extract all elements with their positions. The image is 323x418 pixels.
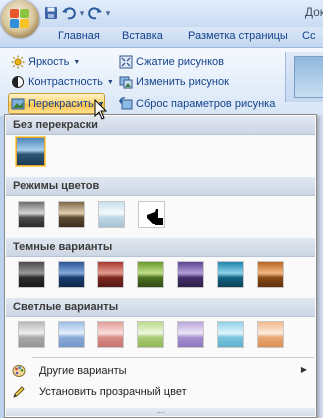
swatch-dark-2[interactable] — [58, 261, 85, 288]
swatch-sepia[interactable] — [58, 201, 85, 228]
recolor-label: Перекрасить — [28, 98, 94, 110]
office-logo-icon — [10, 9, 30, 29]
brightness-label: Яркость — [28, 56, 70, 68]
swatch-light-1[interactable] — [18, 321, 45, 348]
change-picture-button[interactable]: Изменить рисунок — [119, 72, 229, 92]
swatch-black-and-white[interactable] — [138, 201, 165, 228]
tab-insert[interactable]: Вставка — [122, 30, 163, 42]
more-variants-label: Другие варианты — [39, 365, 127, 377]
office-button[interactable] — [1, 0, 39, 38]
set-transparent-label: Установить прозрачный цвет — [39, 386, 187, 398]
swatch-dark-6[interactable] — [217, 261, 244, 288]
menu-item-more-variants[interactable]: Другие варианты ▶ — [6, 361, 315, 381]
compress-pictures-button[interactable]: Сжатие рисунков — [119, 52, 224, 72]
tab-page-layout[interactable]: Разметка страницы — [188, 30, 288, 42]
swatch-washout[interactable] — [98, 201, 125, 228]
change-picture-label: Изменить рисунок — [136, 76, 229, 88]
recolor-button[interactable]: Перекрасить ▼ — [11, 94, 105, 114]
section-title: Без перекраски — [13, 119, 98, 131]
section-title: Темные варианты — [13, 241, 113, 253]
section-header-no-recolor: Без перекраски — [6, 116, 315, 135]
swatch-dark-1[interactable] — [18, 261, 45, 288]
tab-references[interactable]: Сс — [302, 30, 315, 42]
swatch-dark-3[interactable] — [97, 261, 124, 288]
section-header-color-modes: Режимы цветов — [6, 177, 315, 196]
quick-access-toolbar: ▾ ▾ — [43, 3, 111, 23]
change-picture-icon — [119, 75, 133, 89]
title-bar: ▾ ▾ Док — [0, 0, 323, 27]
swatch-light-2[interactable] — [58, 321, 85, 348]
chevron-down-icon: ▼ — [106, 78, 114, 86]
compress-icon — [119, 55, 133, 69]
swatch-light-5[interactable] — [177, 321, 204, 348]
submenu-arrow-icon: ▶ — [300, 365, 307, 374]
brightness-button[interactable]: Яркость ▼ — [11, 52, 80, 72]
swatch-no-recolor[interactable] — [16, 137, 45, 166]
picture-style-thumbnail[interactable] — [294, 56, 323, 98]
undo-dropdown-icon[interactable]: ▾ — [79, 8, 85, 19]
background-panel — [317, 115, 323, 418]
swatch-light-3[interactable] — [97, 321, 124, 348]
swatch-dark-4[interactable] — [137, 261, 164, 288]
save-icon[interactable] — [43, 5, 59, 21]
reset-picture-label: Сброс параметров рисунка — [136, 98, 276, 110]
section-header-dark-variants: Темные варианты — [6, 238, 315, 257]
section-header-light-variants: Светлые варианты — [6, 298, 315, 317]
swatch-light-7[interactable] — [257, 321, 284, 348]
brightness-icon — [11, 55, 25, 69]
contrast-icon — [11, 75, 25, 89]
contrast-label: Контрастность — [28, 76, 103, 88]
menu-item-set-transparent-color[interactable]: Установить прозрачный цвет — [6, 382, 315, 402]
reset-picture-icon — [119, 97, 133, 111]
tab-home[interactable]: Главная — [58, 30, 100, 42]
palette-icon — [12, 364, 26, 378]
menu-separator — [32, 357, 314, 358]
pen-icon — [12, 385, 26, 399]
swatch-grayscale[interactable] — [18, 201, 45, 228]
mouse-cursor-icon — [94, 99, 108, 120]
customize-qat-icon[interactable]: ▾ — [105, 8, 111, 19]
window-title: Док — [304, 5, 323, 19]
reset-picture-button[interactable]: Сброс параметров рисунка — [119, 94, 275, 114]
swatch-dark-7[interactable] — [257, 261, 284, 288]
compress-label: Сжатие рисунков — [136, 56, 225, 68]
resize-grip[interactable]: .... — [6, 407, 315, 416]
section-title: Светлые варианты — [13, 301, 119, 313]
recolor-dropdown-menu: Без перекраски Режимы цветов Темные вари… — [4, 114, 317, 418]
ribbon-tabs: Главная Вставка Разметка страницы Сс — [0, 27, 323, 47]
recolor-icon — [11, 97, 25, 111]
contrast-button[interactable]: Контрастность ▼ — [11, 72, 114, 92]
swatch-dark-5[interactable] — [177, 261, 204, 288]
swatch-light-6[interactable] — [217, 321, 244, 348]
section-title: Режимы цветов — [13, 180, 100, 192]
undo-icon[interactable] — [61, 5, 77, 21]
chevron-down-icon: ▼ — [73, 58, 81, 66]
redo-icon[interactable] — [87, 5, 103, 21]
swatch-light-4[interactable] — [137, 321, 164, 348]
